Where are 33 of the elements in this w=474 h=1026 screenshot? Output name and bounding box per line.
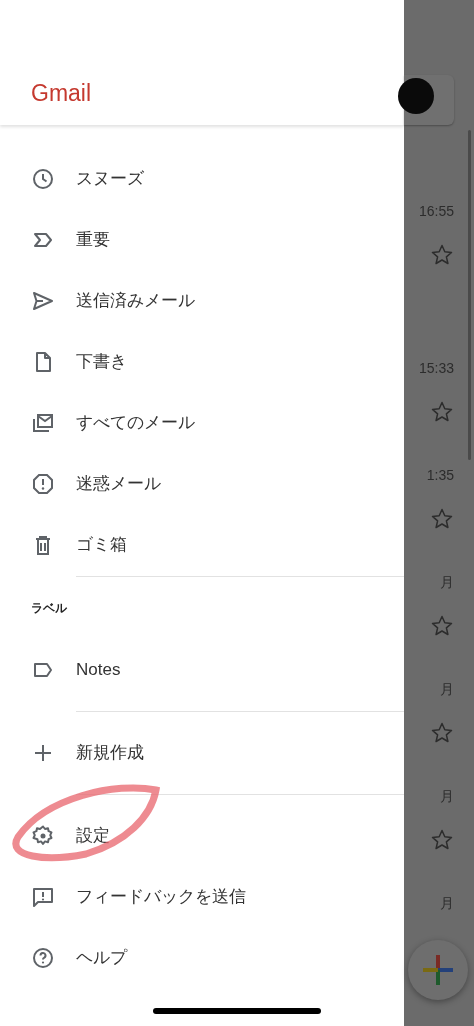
drawer-item[interactable]: 重要 [0,209,404,270]
clock-icon [31,166,55,191]
drawer-item[interactable]: 迷惑メール [0,453,404,514]
settings-icon [31,823,55,848]
warning-icon [31,471,55,496]
help-icon [31,945,55,970]
email-time: 15:33 [418,359,454,378]
email-time: 月 [440,894,454,913]
section-heading: ラベル [31,600,67,617]
email-time: 月 [440,573,454,592]
compose-button[interactable] [408,940,468,1000]
drawer-item[interactable]: 下書き [0,331,404,392]
star-icon[interactable] [430,614,454,638]
star-icon[interactable] [430,400,454,424]
drawer-item[interactable]: フィードバックを送信 [0,866,404,927]
drawer-item[interactable]: スヌーズ [0,148,404,209]
drawer-item[interactable]: ゴミ箱 [0,514,404,575]
drawer-item[interactable]: ヘルプ [0,927,404,988]
plus-icon [423,955,453,985]
app-title: Gmail [31,82,92,105]
email-time: 月 [440,787,454,806]
drawer-item[interactable]: すべてのメール [0,392,404,453]
drawer-item[interactable]: 設定 [0,805,404,866]
star-icon[interactable] [430,721,454,745]
drawer-item[interactable]: 送信済みメール [0,270,404,331]
email-time: 1:35 [426,466,454,485]
star-icon[interactable] [430,243,454,267]
star-icon[interactable] [430,828,454,852]
drawer-item[interactable]: Notes [0,639,404,700]
star-icon[interactable] [430,507,454,531]
drawer-item[interactable]: 新規作成 [0,722,404,783]
email-time: 月 [440,680,454,699]
email-time: 16:55 [418,202,454,221]
